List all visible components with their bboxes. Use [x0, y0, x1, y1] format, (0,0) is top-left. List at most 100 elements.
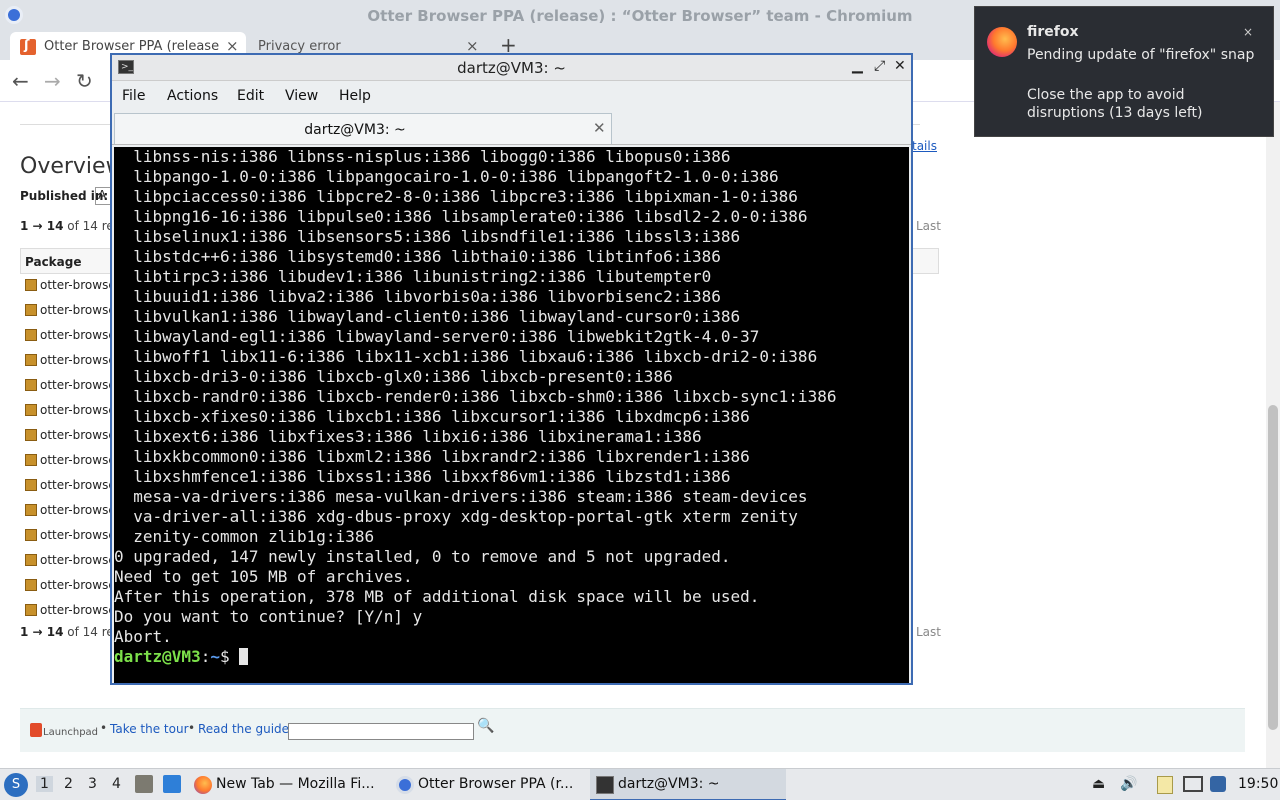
package-name[interactable]: otter-browse	[40, 403, 116, 417]
workspace-4[interactable]: 4	[112, 776, 121, 792]
table-row[interactable]: otter-browse	[25, 503, 116, 523]
table-row[interactable]: otter-browse	[25, 328, 116, 348]
workspace-3[interactable]: 3	[88, 776, 97, 792]
table-row[interactable]: otter-browse	[25, 528, 116, 548]
package-icon	[25, 429, 37, 441]
read-guide-link[interactable]: Read the guide	[198, 722, 289, 736]
terminal-line: libxcb-xfixes0:i386 libxcb1:i386 libxcur…	[114, 407, 750, 426]
close-icon[interactable]: ✕	[593, 119, 606, 137]
task-terminal[interactable]: dartz@VM3: ~	[590, 769, 786, 800]
package-name[interactable]: otter-browse	[40, 453, 116, 467]
table-row[interactable]: otter-browse	[25, 403, 116, 423]
task-chromium[interactable]: Otter Browser PPA (r...	[390, 769, 590, 800]
terminal-line: libpng16-16:i386 libpulse0:i386 libsampl…	[114, 207, 808, 226]
terminal-tab-label: dartz@VM3: ~	[304, 122, 406, 138]
terminal-line: Need to get 105 MB of archives.	[114, 567, 413, 586]
task-label: dartz@VM3: ~	[618, 776, 720, 792]
table-row[interactable]: otter-browse	[25, 553, 116, 573]
package-icon	[25, 604, 37, 616]
back-button[interactable]: ←	[12, 69, 29, 93]
taskbar: S 1 2 3 4 New Tab — Mozilla Fi... Otter …	[0, 768, 1280, 800]
terminal-output[interactable]: libnss-nis:i386 libnss-nisplus:i386 libo…	[114, 147, 909, 683]
package-icon	[25, 279, 37, 291]
table-row[interactable]: otter-browse	[25, 278, 116, 298]
package-name[interactable]: otter-browse	[40, 378, 116, 392]
minimize-icon[interactable]: ▁	[852, 58, 863, 74]
close-icon[interactable]: ×	[1243, 25, 1253, 39]
package-name[interactable]: otter-browse	[40, 578, 116, 592]
package-icon	[25, 554, 37, 566]
terminal-line: mesa-va-drivers:i386 mesa-vulkan-drivers…	[114, 487, 808, 506]
table-row[interactable]: otter-browse	[25, 578, 116, 598]
terminal-line: libselinux1:i386 libsensors5:i386 libsnd…	[114, 227, 741, 246]
workspace-1[interactable]: 1	[36, 776, 53, 792]
table-row[interactable]: otter-browse	[25, 378, 116, 398]
last-page-link[interactable]: Last	[916, 219, 941, 233]
table-row[interactable]: otter-browse	[25, 478, 116, 498]
menu-help[interactable]: Help	[339, 88, 371, 104]
take-tour-link[interactable]: Take the tour	[110, 722, 189, 736]
package-name[interactable]: otter-browse	[40, 428, 116, 442]
overview-heading: Overview	[20, 154, 124, 179]
workspace-2[interactable]: 2	[64, 776, 73, 792]
table-row[interactable]: otter-browse	[25, 603, 116, 623]
package-name[interactable]: otter-browse	[40, 278, 116, 292]
scrollbar-thumb[interactable]	[1268, 405, 1278, 730]
update-notifier-icon[interactable]	[1210, 776, 1226, 792]
menu-edit[interactable]: Edit	[237, 88, 264, 104]
prompt-user: dartz@VM3	[114, 647, 201, 666]
terminal-window-title: dartz@VM3: ~	[457, 59, 566, 77]
close-icon[interactable]: ✕	[894, 58, 906, 74]
show-desktop-icon[interactable]	[163, 775, 181, 793]
package-name[interactable]: otter-browse	[40, 353, 116, 367]
terminal-line: libwayland-egl1:i386 libwayland-server0:…	[114, 327, 760, 346]
maximize-icon[interactable]: ⤢	[874, 58, 885, 74]
terminal-line: libxshmfence1:i386 libxss1:i386 libxxf86…	[114, 467, 731, 486]
terminal-line: libnss-nis:i386 libnss-nisplus:i386 libo…	[114, 147, 731, 166]
file-manager-icon[interactable]	[135, 775, 153, 793]
task-firefox[interactable]: New Tab — Mozilla Fi...	[188, 769, 388, 800]
eject-icon[interactable]: ⏏	[1092, 776, 1105, 792]
package-icon	[25, 329, 37, 341]
menu-file[interactable]: File	[122, 88, 145, 104]
tab-label: Otter Browser PPA (release	[44, 39, 220, 54]
menu-actions[interactable]: Actions	[167, 88, 218, 104]
package-name[interactable]: otter-browse	[40, 503, 116, 517]
package-name[interactable]: otter-browse	[40, 603, 116, 617]
firefox-icon	[987, 27, 1017, 57]
menu-view[interactable]: View	[285, 88, 318, 104]
start-menu-icon[interactable]: S	[4, 773, 28, 797]
page-scrollbar[interactable]	[1266, 102, 1280, 768]
clipboard-icon[interactable]	[1157, 776, 1173, 794]
terminal-tab[interactable]: dartz@VM3: ~ ✕	[114, 113, 612, 144]
task-label: Otter Browser PPA (r...	[418, 776, 574, 792]
package-name[interactable]: otter-browse	[40, 528, 116, 542]
table-row[interactable]: otter-browse	[25, 453, 116, 473]
reload-button[interactable]: ↻	[76, 69, 93, 93]
launchpad-logo-icon	[30, 723, 42, 737]
terminal-line: zenity-common zlib1g:i386	[114, 527, 375, 546]
package-name[interactable]: otter-browse	[40, 553, 116, 567]
package-name[interactable]: otter-browse	[40, 478, 116, 492]
display-icon[interactable]	[1183, 776, 1203, 792]
footer-search-input[interactable]	[288, 723, 474, 740]
volume-icon[interactable]: 🔊	[1120, 776, 1137, 792]
last-page-link[interactable]: Last	[916, 625, 941, 639]
package-icon	[25, 504, 37, 516]
tab-label: Privacy error	[258, 39, 341, 54]
prompt-symbol: $	[219, 647, 240, 666]
table-row[interactable]: otter-browse	[25, 428, 116, 448]
view-details-link[interactable]: tails	[912, 139, 937, 153]
search-icon[interactable]: 🔍	[477, 718, 494, 734]
chromium-icon	[396, 776, 414, 794]
terminal-line: libxkbcommon0:i386 libxml2:i386 libxrand…	[114, 447, 750, 466]
terminal-cursor	[239, 648, 249, 665]
table-row[interactable]: otter-browse	[25, 353, 116, 373]
notification-line-1: Pending update of "firefox" snap	[1027, 47, 1255, 63]
notification-popup[interactable]: firefox × Pending update of "firefox" sn…	[974, 6, 1274, 137]
package-name[interactable]: otter-browse	[40, 303, 116, 317]
forward-button[interactable]: →	[44, 69, 61, 93]
prompt-path: ~	[210, 647, 220, 666]
table-row[interactable]: otter-browse	[25, 303, 116, 323]
package-name[interactable]: otter-browse	[40, 328, 116, 342]
